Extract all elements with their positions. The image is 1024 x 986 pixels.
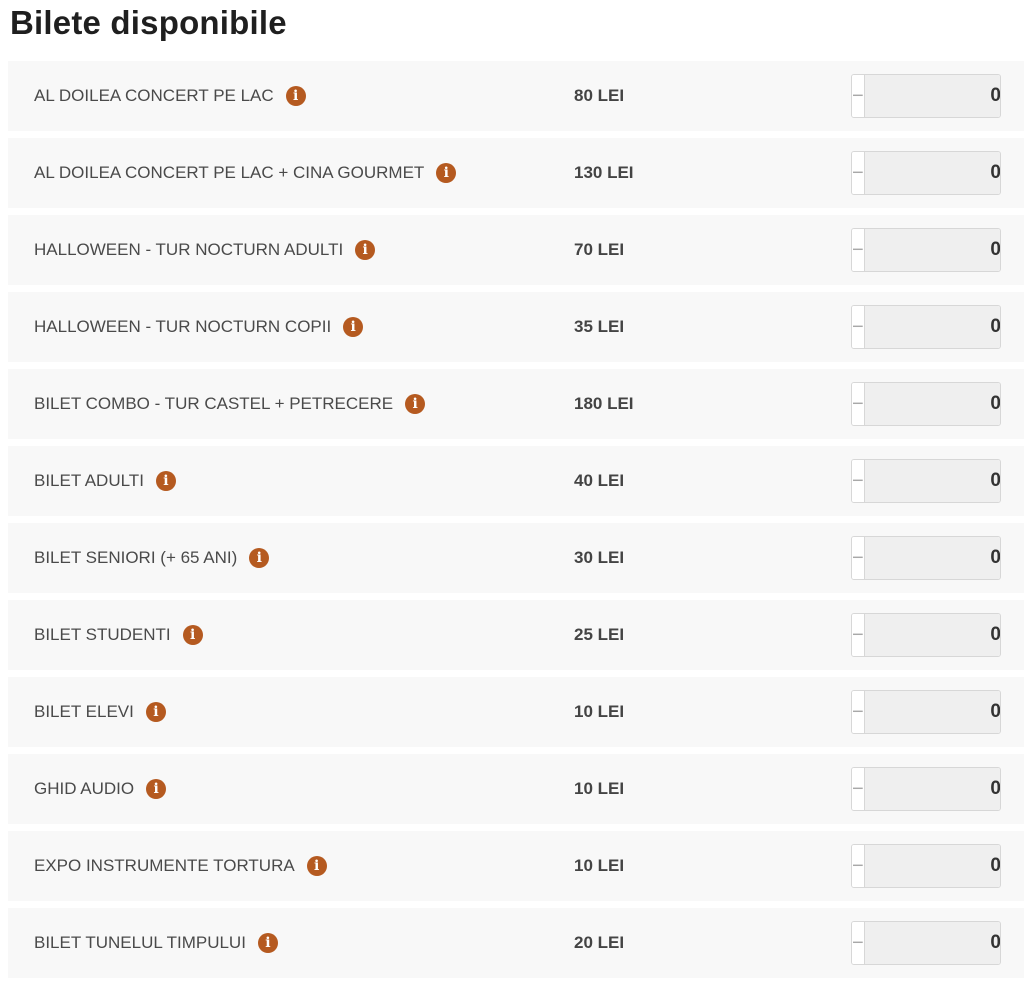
ticket-name: BILET TUNELUL TIMPULUI — [34, 933, 246, 952]
ticket-row-7: BILET SENIORI (+ 65 ANI) i 30 LEI − + — [8, 523, 1024, 593]
quantity-stepper: − + — [851, 690, 1001, 734]
info-icon[interactable]: i — [405, 394, 426, 414]
quantity-input[interactable] — [864, 229, 1000, 271]
ticket-name-cell: GHID AUDIO i — [34, 754, 167, 824]
ticket-name: AL DOILEA CONCERT PE LAC + CINA GOURMET — [34, 163, 425, 182]
ticket-row-11: EXPO INSTRUMENTE TORTURA i 10 LEI − + — [8, 831, 1024, 901]
ticket-name-cell: BILET COMBO - TUR CASTEL + PETRECERE i — [34, 369, 426, 439]
ticket-price: 10 LEI — [574, 779, 625, 798]
decrease-quantity-button[interactable]: − — [852, 152, 865, 194]
decrease-quantity-button[interactable]: − — [852, 691, 865, 733]
quantity-input[interactable] — [864, 152, 1000, 194]
ticket-name: BILET STUDENTI — [34, 625, 171, 644]
info-icon[interactable]: i — [146, 779, 167, 799]
info-icon[interactable]: i — [285, 86, 306, 106]
ticket-price: 40 LEI — [574, 471, 625, 490]
quantity-input[interactable] — [864, 845, 1000, 887]
decrease-quantity-button[interactable]: − — [852, 229, 865, 271]
ticket-name: AL DOILEA CONCERT PE LAC — [34, 86, 274, 105]
ticket-row-12: BILET TUNELUL TIMPULUI i 20 LEI − + — [8, 908, 1024, 978]
info-icon[interactable]: i — [182, 625, 203, 645]
ticket-price: 25 LEI — [574, 625, 625, 644]
decrease-quantity-button[interactable]: − — [852, 306, 865, 348]
ticket-name: EXPO INSTRUMENTE TORTURA — [34, 856, 295, 875]
ticket-row-10: GHID AUDIO i 10 LEI − + — [8, 754, 1024, 824]
info-icon[interactable]: i — [436, 163, 457, 183]
info-icon[interactable]: i — [343, 317, 364, 337]
quantity-stepper: − + — [851, 536, 1001, 580]
ticket-price: 10 LEI — [574, 856, 625, 875]
ticket-row-2: AL DOILEA CONCERT PE LAC + CINA GOURMET … — [8, 138, 1024, 208]
decrease-quantity-button[interactable]: − — [852, 845, 865, 887]
ticket-list: AL DOILEA CONCERT PE LAC i 80 LEI − + AL… — [8, 61, 1024, 985]
ticket-price: 70 LEI — [574, 240, 625, 259]
ticket-name-cell: BILET ELEVI i — [34, 677, 166, 747]
ticket-price: 80 LEI — [574, 86, 625, 105]
ticket-price: 20 LEI — [574, 933, 625, 952]
ticket-price: 35 LEI — [574, 317, 625, 336]
ticket-name-cell: AL DOILEA CONCERT PE LAC + CINA GOURMET … — [34, 138, 457, 208]
ticket-name-cell: HALLOWEEN - TUR NOCTURN ADULTI i — [34, 215, 376, 285]
decrease-quantity-button[interactable]: − — [852, 922, 865, 964]
quantity-stepper: − + — [851, 767, 1001, 811]
ticket-name-cell: HALLOWEEN - TUR NOCTURN COPII i — [34, 292, 364, 362]
quantity-input[interactable] — [864, 383, 1000, 425]
ticket-price: 10 LEI — [574, 702, 625, 721]
ticket-name-cell: BILET STUDENTI i — [34, 600, 203, 670]
ticket-name-cell: EXPO INSTRUMENTE TORTURA i — [34, 831, 327, 901]
quantity-input[interactable] — [864, 537, 1000, 579]
quantity-stepper: − + — [851, 305, 1001, 349]
quantity-input[interactable] — [864, 75, 1000, 117]
decrease-quantity-button[interactable]: − — [852, 460, 865, 502]
quantity-input[interactable] — [864, 768, 1000, 810]
ticket-row-8: BILET STUDENTI i 25 LEI − + — [8, 600, 1024, 670]
ticket-name: BILET ELEVI — [34, 702, 134, 721]
info-icon[interactable]: i — [249, 548, 270, 568]
info-icon[interactable]: i — [306, 856, 327, 876]
ticket-name: BILET COMBO - TUR CASTEL + PETRECERE — [34, 394, 394, 413]
ticket-price: 180 LEI — [574, 394, 634, 413]
quantity-input[interactable] — [864, 691, 1000, 733]
ticket-name: BILET ADULTI — [34, 471, 144, 490]
info-icon[interactable]: i — [145, 702, 166, 722]
ticket-name: GHID AUDIO — [34, 779, 135, 798]
quantity-stepper: − + — [851, 382, 1001, 426]
ticket-name-cell: AL DOILEA CONCERT PE LAC i — [34, 61, 306, 131]
decrease-quantity-button[interactable]: − — [852, 768, 865, 810]
ticket-row-4: HALLOWEEN - TUR NOCTURN COPII i 35 LEI −… — [8, 292, 1024, 362]
quantity-input[interactable] — [864, 614, 1000, 656]
decrease-quantity-button[interactable]: − — [852, 383, 865, 425]
info-icon[interactable]: i — [155, 471, 176, 491]
quantity-input[interactable] — [864, 922, 1000, 964]
ticket-price: 130 LEI — [574, 163, 634, 182]
ticket-name-cell: BILET ADULTI i — [34, 446, 176, 516]
quantity-stepper: − + — [851, 844, 1001, 888]
quantity-stepper: − + — [851, 613, 1001, 657]
ticket-row-3: HALLOWEEN - TUR NOCTURN ADULTI i 70 LEI … — [8, 215, 1024, 285]
quantity-input[interactable] — [864, 306, 1000, 348]
quantity-input[interactable] — [864, 460, 1000, 502]
decrease-quantity-button[interactable]: − — [852, 75, 865, 117]
ticket-row-9: BILET ELEVI i 10 LEI − + — [8, 677, 1024, 747]
info-icon[interactable]: i — [355, 240, 376, 260]
ticket-row-5: BILET COMBO - TUR CASTEL + PETRECERE i 1… — [8, 369, 1024, 439]
quantity-stepper: − + — [851, 151, 1001, 195]
quantity-stepper: − + — [851, 74, 1001, 118]
decrease-quantity-button[interactable]: − — [852, 537, 865, 579]
page-title: Bilete disponibile — [10, 4, 287, 41]
quantity-stepper: − + — [851, 921, 1001, 965]
ticket-name: HALLOWEEN - TUR NOCTURN ADULTI — [34, 240, 344, 259]
ticket-name-cell: BILET TUNELUL TIMPULUI i — [34, 908, 278, 978]
ticket-row-6: BILET ADULTI i 40 LEI − + — [8, 446, 1024, 516]
info-icon[interactable]: i — [257, 933, 278, 953]
ticket-name: HALLOWEEN - TUR NOCTURN COPII — [34, 317, 332, 336]
quantity-stepper: − + — [851, 228, 1001, 272]
ticket-name-cell: BILET SENIORI (+ 65 ANI) i — [34, 523, 270, 593]
ticket-price: 30 LEI — [574, 548, 625, 567]
ticket-name: BILET SENIORI (+ 65 ANI) — [34, 548, 238, 567]
ticket-row-1: AL DOILEA CONCERT PE LAC i 80 LEI − + — [8, 61, 1024, 131]
decrease-quantity-button[interactable]: − — [852, 614, 865, 656]
quantity-stepper: − + — [851, 459, 1001, 503]
